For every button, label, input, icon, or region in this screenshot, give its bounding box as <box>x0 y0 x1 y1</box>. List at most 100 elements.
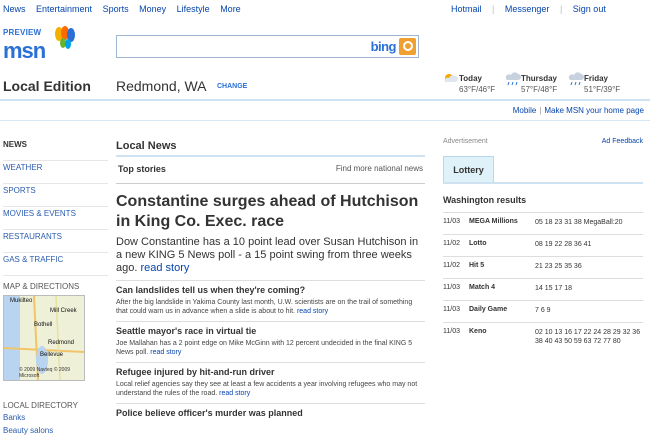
mobile-link[interactable]: Mobile <box>513 106 537 115</box>
story-headline[interactable]: Seattle mayor's race in virtual tie <box>116 326 425 336</box>
read-story-link[interactable]: read story <box>297 308 328 315</box>
table-row: 11/03 Match 4 14 15 17 18 <box>443 278 643 300</box>
story-summary: Joe Mallahan has a 2 point edge on Mike … <box>116 339 425 357</box>
directory-link-banks[interactable]: Banks <box>3 413 25 422</box>
hotmail-link[interactable]: Hotmail <box>451 4 482 14</box>
result-numbers: 7 6 9 <box>535 307 551 314</box>
result-numbers: 05 18 23 31 38 MegaBall:20 <box>535 219 623 226</box>
results-title: Washington results <box>443 195 527 205</box>
tab-lottery[interactable]: Lottery <box>443 156 494 182</box>
make-home-page-link[interactable]: Make MSN your home page <box>544 106 644 115</box>
msn-wordmark: msn <box>3 38 46 63</box>
directory-link-beauty-salons[interactable]: Beauty salons <box>3 426 53 435</box>
city-label: Redmond, WA <box>116 78 207 94</box>
section-title: Local News <box>116 140 425 157</box>
divider <box>0 120 650 121</box>
sidebar-item-gas-traffic[interactable]: GAS & TRAFFIC <box>3 253 108 276</box>
advertisement-label: Advertisement <box>443 138 488 145</box>
local-directory-heading[interactable]: LOCAL DIRECTORY <box>3 401 78 410</box>
butterfly-icon <box>55 26 75 49</box>
divider <box>0 99 650 101</box>
local-edition-title: Local Edition <box>3 78 91 94</box>
table-row: 11/03 MEGA Millions 05 18 23 31 38 MegaB… <box>443 212 643 234</box>
separator: | <box>492 4 495 14</box>
story-headline[interactable]: Refugee injured by hit-and-run driver <box>116 367 425 377</box>
nav-entertainment[interactable]: Entertainment <box>36 4 92 14</box>
weather-day: Today <box>459 74 482 83</box>
weather-thursday[interactable]: Thursday 57°F/48°F <box>505 72 557 94</box>
rain-cloud-icon <box>568 72 584 86</box>
sidebar-item-news[interactable]: NEWS <box>3 138 108 161</box>
bing-logo: bing <box>370 39 397 54</box>
read-story-link[interactable]: read story <box>140 262 189 274</box>
sign-out-link[interactable]: Sign out <box>573 4 606 14</box>
sidebar-item-weather[interactable]: WEATHER <box>3 161 108 184</box>
read-story-link[interactable]: read story <box>219 390 250 397</box>
ad-row: Advertisement Ad Feedback <box>443 138 643 148</box>
map-label: Mill Creek <box>50 308 77 314</box>
national-news-link[interactable]: Find more national news <box>336 164 423 173</box>
local-sidebar: NEWS WEATHER SPORTS MOVIES & EVENTS REST… <box>3 138 108 291</box>
result-date: 11/03 <box>443 218 460 225</box>
result-numbers: 08 19 22 28 36 41 <box>535 241 592 248</box>
read-story-link[interactable]: read story <box>150 349 181 356</box>
result-game: MEGA Millions <box>469 218 518 225</box>
divider <box>443 182 643 184</box>
nav-sports[interactable]: Sports <box>103 4 129 14</box>
map-copyright: © 2009 Navteq © 2009 Microsoft <box>19 367 71 379</box>
result-date: 11/03 <box>443 328 460 335</box>
weather-today[interactable]: Today 63°F/46°F <box>443 72 495 94</box>
search-box[interactable]: bing <box>116 35 419 58</box>
map-label: Bothell <box>34 322 53 328</box>
local-news-section: Local News Top stories Find more nationa… <box>116 140 425 418</box>
table-row: 11/03 Daily Game 7 6 9 <box>443 300 643 322</box>
story-item: Refugee injured by hit-and-run driver Lo… <box>116 362 425 398</box>
weather-temps: 57°F/48°F <box>521 85 558 94</box>
story-item: Can landslides tell us when they're comi… <box>116 280 425 316</box>
msn-logo[interactable]: PREVIEW msn <box>3 26 75 63</box>
messenger-link[interactable]: Messenger <box>505 4 550 14</box>
result-date: 11/03 <box>443 284 460 291</box>
result-game: Keno <box>469 328 487 335</box>
map-label: Mukilteo <box>10 298 33 304</box>
result-game: Match 4 <box>469 284 496 291</box>
sidebar-item-sports[interactable]: SPORTS <box>3 184 108 207</box>
change-location-link[interactable]: CHANGE <box>217 83 247 90</box>
sun-icon <box>444 74 458 82</box>
result-date: 11/02 <box>443 262 460 269</box>
nav-money[interactable]: Money <box>139 4 166 14</box>
story-headline[interactable]: Can landslides tell us when they're comi… <box>116 285 425 295</box>
sidebar-item-movies-events[interactable]: MOVIES & EVENTS <box>3 207 108 230</box>
result-game: Lotto <box>469 240 487 247</box>
result-date: 11/02 <box>443 240 460 247</box>
weather-temps: 63°F/46°F <box>459 85 496 94</box>
local-map[interactable]: Mukilteo Mill Creek Bothell Redmond Bell… <box>3 295 85 381</box>
sidebar-item-restaurants[interactable]: RESTAURANTS <box>3 230 108 253</box>
result-date: 11/03 <box>443 306 460 313</box>
nav-news[interactable]: News <box>3 4 26 14</box>
lead-headline[interactable]: Constantine surges ahead of Hutchison in… <box>116 192 425 232</box>
story-headline[interactable]: Police believe officer's murder was plan… <box>116 408 425 418</box>
weather-temps: 51°F/39°F <box>584 85 621 94</box>
result-game: Hit 5 <box>469 262 485 269</box>
story-summary: After the big landslide in Yakima County… <box>116 298 425 316</box>
lottery-results-table: 11/03 MEGA Millions 05 18 23 31 38 MegaB… <box>443 212 643 367</box>
table-row: 11/02 Hit 5 21 23 25 35 36 <box>443 256 643 278</box>
nav-lifestyle[interactable]: Lifestyle <box>177 4 210 14</box>
rain-cloud-icon <box>505 72 521 86</box>
weather-friday[interactable]: Friday 51°F/39°F <box>568 72 620 94</box>
map-directions-heading[interactable]: MAP & DIRECTIONS <box>3 282 108 291</box>
story-summary-text: After the big landslide in Yakima County… <box>116 299 413 315</box>
top-stories-label: Top stories <box>118 164 166 174</box>
lead-summary: Dow Constantine has a 10 point lead over… <box>116 236 425 275</box>
story-summary-text: Local relief agencies say they see at le… <box>116 381 418 397</box>
nav-more[interactable]: More <box>220 4 241 14</box>
separator: | <box>559 4 563 14</box>
utility-links: Mobile | Make MSN your home page <box>513 106 644 115</box>
result-game: Daily Game <box>469 306 508 313</box>
search-button[interactable] <box>399 38 416 55</box>
ad-feedback-link[interactable]: Ad Feedback <box>602 138 643 145</box>
top-stories-bar: Top stories Find more national news <box>116 161 425 184</box>
story-item: Police believe officer's murder was plan… <box>116 403 425 418</box>
story-summary: Local relief agencies say they see at le… <box>116 380 425 398</box>
